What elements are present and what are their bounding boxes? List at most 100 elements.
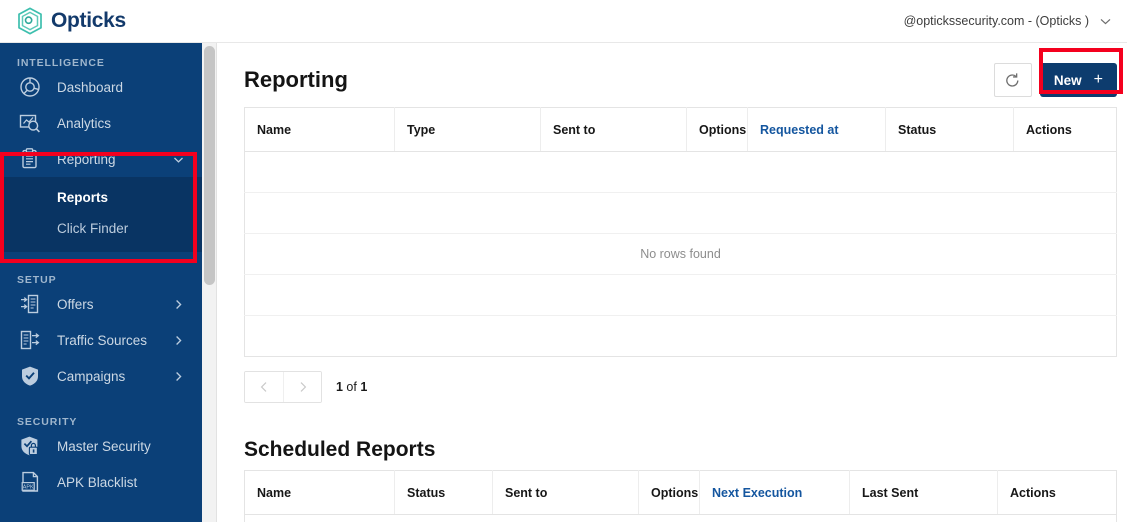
sidebar-item-analytics[interactable]: Analytics [0,105,202,141]
sidebar-item-label: APK Blacklist [57,474,138,490]
scheduled-table-body [245,515,1117,522]
brand-logo[interactable]: Opticks [0,7,126,35]
page-title: Reporting [244,67,348,92]
scheduled-reports-table: Name Status Sent to Options Next Executi… [244,470,1117,522]
sidebar: INTELLIGENCE Dashboard Analytics Reporti… [0,43,202,522]
page-header: Reporting New + [217,43,1127,99]
table-row [244,274,1117,316]
sidebar-item-apk-blacklist[interactable]: APK APK Blacklist [0,464,202,500]
sidebar-item-campaigns[interactable]: Campaigns [0,358,202,394]
chevron-right-icon [176,335,182,345]
chevron-right-icon [300,382,306,392]
donut-chart-icon [20,77,40,97]
column-header-requested-at[interactable]: Requested at [747,107,886,152]
column-header-actions[interactable]: Actions [997,470,1117,515]
hexagon-logo-icon [18,7,42,35]
sidebar-item-label: Master Security [57,438,151,454]
sidebar-section-intelligence: INTELLIGENCE [17,57,105,69]
pagination-current-page: 1 [336,380,343,394]
new-button[interactable]: New + [1039,63,1117,97]
new-button-label: New [1053,72,1082,88]
column-header-name[interactable]: Name [244,470,395,515]
column-header-status[interactable]: Status [394,470,493,515]
table-row [245,316,1117,357]
chevron-right-icon [176,299,182,309]
account-menu[interactable]: @optickssecurity.com - (Opticks ) [904,14,1127,28]
main-content: Reporting New + Name Type Sent to Option… [217,43,1127,522]
sidebar-item-label: Traffic Sources [57,332,148,348]
reports-table-head: Name Type Sent to Options Requested at S… [244,107,1117,152]
table-cell-empty [245,316,1117,357]
table-row [244,151,1117,193]
scheduled-reports-title: Scheduled Reports [244,438,436,461]
scheduled-table-head: Name Status Sent to Options Next Executi… [244,470,1117,515]
sidebar-item-label: Analytics [57,115,112,131]
pagination-buttons [244,371,322,403]
sidebar-subitem-label: Reports [57,190,109,205]
sidebar-item-offers[interactable]: Offers [0,286,202,322]
sidebar-item-master-security[interactable]: Master Security [0,428,202,464]
sidebar-item-reporting[interactable]: Reporting [0,141,202,177]
pagination-total-pages: 1 [360,380,368,394]
svg-text:APK: APK [23,484,34,490]
pagination-of-text: of [342,380,361,394]
pagination-label: 1 of 1 [336,380,367,394]
pagination-prev-button[interactable] [245,372,283,402]
pagination-next-button[interactable] [283,372,321,402]
table-row [244,192,1117,234]
plus-icon: + [1093,71,1103,88]
sidebar-item-click-finder[interactable]: Click Finder [0,213,202,244]
page-scrollbar-thumb[interactable] [204,46,215,285]
sidebar-item-label: Offers [57,296,94,312]
sidebar-section-security: SECURITY [17,416,78,428]
refresh-button[interactable] [993,63,1032,97]
sidebar-item-reports[interactable]: Reports [0,182,202,213]
table-cell-empty [244,192,1117,234]
clipboard-icon [22,148,37,169]
offers-icon [21,294,39,314]
chevron-right-icon [176,371,182,381]
column-header-status[interactable]: Status [885,107,1014,152]
table-cell-empty [244,274,1117,316]
reports-table: Name Type Sent to Options Requested at S… [244,107,1117,357]
column-header-type[interactable]: Type [394,107,541,152]
sidebar-item-label: Campaigns [57,368,126,384]
sidebar-item-label: Reporting [57,151,116,167]
shield-check-icon [22,366,38,386]
column-header-last-sent[interactable]: Last Sent [849,470,998,515]
column-header-next-execution[interactable]: Next Execution [699,470,850,515]
chevron-left-icon [260,382,267,392]
traffic-sources-icon [20,330,40,350]
top-bar: Opticks @optickssecurity.com - (Opticks … [0,0,1127,43]
sidebar-item-traffic-sources[interactable]: Traffic Sources [0,322,202,358]
shield-lock-icon [21,436,38,456]
column-header-options[interactable]: Options [686,107,748,152]
chevron-down-icon [174,157,183,163]
table-row [245,515,1117,522]
table-cell-empty [244,151,1117,193]
table-row-empty-message: No rows found [244,233,1117,275]
sidebar-subitem-label: Click Finder [57,221,129,236]
table-header-row: Name Type Sent to Options Requested at S… [244,107,1117,152]
chevron-down-icon [1100,18,1111,24]
reports-table-body: No rows found [244,151,1117,357]
analytics-search-icon [19,114,40,133]
sidebar-item-dashboard[interactable]: Dashboard [0,69,202,105]
column-header-options[interactable]: Options [638,470,700,515]
apk-file-icon: APK [21,471,39,492]
sidebar-item-label: Dashboard [57,79,124,95]
table-header-row: Name Status Sent to Options Next Executi… [244,470,1117,515]
column-header-actions[interactable]: Actions [1013,107,1117,152]
pagination: 1 of 1 [244,371,1127,403]
account-label: @optickssecurity.com - (Opticks ) [903,14,1089,28]
refresh-icon [1006,72,1019,87]
header-actions: New + [993,63,1117,97]
table-cell-empty [245,515,1117,522]
sidebar-section-setup: SETUP [17,274,57,286]
brand-name: Opticks [51,9,126,32]
sidebar-subnav-reporting: Reports Click Finder [0,177,202,252]
column-header-sent-to[interactable]: Sent to [492,470,639,515]
column-header-name[interactable]: Name [244,107,395,152]
no-rows-found-text: No rows found [244,233,1117,275]
column-header-sent-to[interactable]: Sent to [540,107,687,152]
